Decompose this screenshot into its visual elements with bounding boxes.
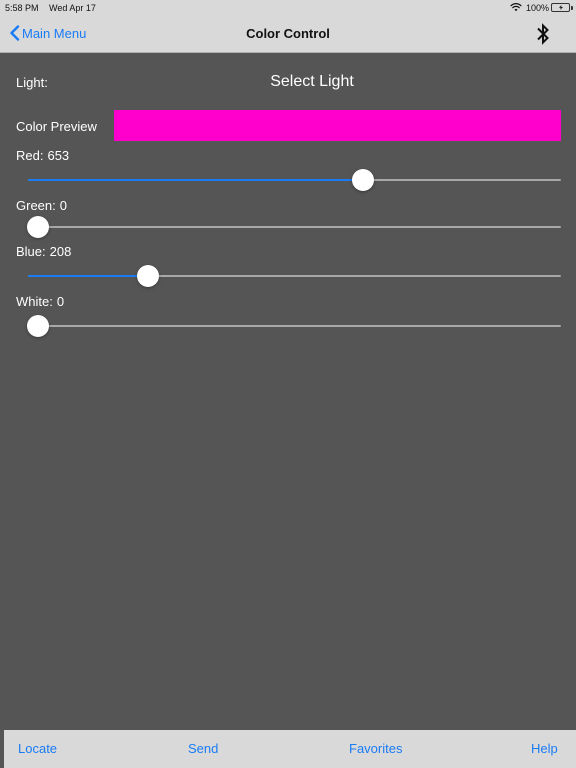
color-preview-label: Color Preview bbox=[16, 119, 97, 134]
light-label: Light: bbox=[16, 75, 48, 90]
white-label-text: White: bbox=[16, 294, 53, 309]
wifi-icon bbox=[510, 3, 522, 12]
tab-send[interactable]: Send bbox=[188, 741, 218, 756]
slider-thumb[interactable] bbox=[136, 265, 159, 287]
slider-thumb[interactable] bbox=[27, 216, 49, 238]
blue-label: Blue: 208 bbox=[16, 244, 71, 259]
white-label: White: 0 bbox=[16, 294, 64, 309]
nav-bar: Main Menu Color Control bbox=[0, 16, 576, 53]
red-value: 653 bbox=[47, 148, 70, 163]
slider-track bbox=[28, 325, 561, 327]
blue-slider[interactable] bbox=[28, 264, 561, 288]
select-light-button[interactable]: Select Light bbox=[200, 73, 424, 91]
slider-thumb[interactable] bbox=[27, 315, 49, 337]
status-bar: 5:58 PM Wed Apr 17 100% bbox=[0, 0, 576, 16]
green-label-text: Green: bbox=[16, 198, 56, 213]
color-preview-swatch bbox=[114, 110, 561, 141]
tab-bar: Locate Send Favorites Help bbox=[4, 730, 576, 768]
tab-favorites[interactable]: Favorites bbox=[349, 741, 402, 756]
red-label-text: Red: bbox=[16, 148, 44, 163]
battery-percent: 100% bbox=[526, 3, 550, 13]
tab-locate[interactable]: Locate bbox=[18, 741, 57, 756]
slider-fill bbox=[28, 179, 364, 181]
status-time: 5:58 PM bbox=[5, 3, 39, 13]
slider-track bbox=[28, 226, 561, 228]
white-slider[interactable] bbox=[27, 314, 561, 338]
green-slider[interactable] bbox=[27, 215, 561, 239]
green-label: Green: 0 bbox=[16, 198, 67, 213]
blue-value: 208 bbox=[49, 244, 72, 259]
red-label: Red: 653 bbox=[16, 148, 69, 163]
bluetooth-icon[interactable] bbox=[534, 21, 552, 47]
battery-nub bbox=[571, 6, 573, 10]
tab-help[interactable]: Help bbox=[531, 741, 558, 756]
status-date: Wed Apr 17 bbox=[49, 3, 96, 13]
slider-thumb[interactable] bbox=[352, 169, 375, 191]
green-value: 0 bbox=[59, 198, 67, 213]
page-title: Color Control bbox=[246, 26, 330, 41]
white-value: 0 bbox=[56, 294, 65, 309]
battery-icon bbox=[551, 3, 570, 12]
blue-label-text: Blue: bbox=[16, 244, 46, 259]
slider-fill bbox=[28, 275, 148, 277]
red-slider[interactable] bbox=[28, 168, 561, 192]
